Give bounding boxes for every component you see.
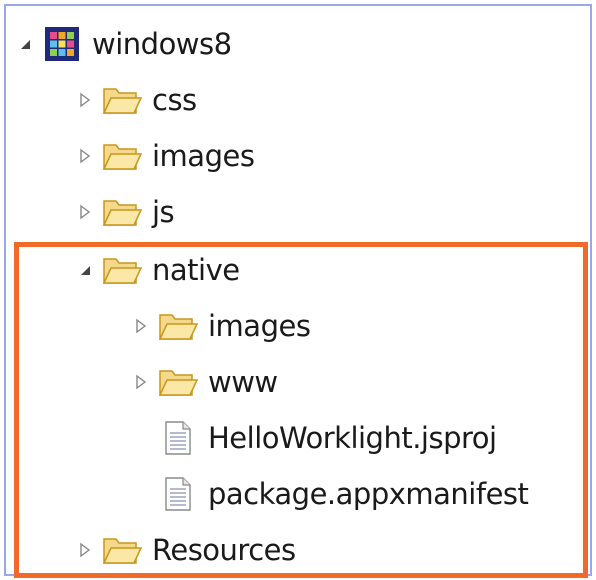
tree-node-windows8[interactable]: windows8 [14, 20, 232, 68]
tree-node-label: HelloWorklight.jsproj [208, 421, 497, 455]
tree-node-native-images[interactable]: images [130, 302, 311, 350]
folder-icon [156, 306, 200, 346]
expand-triangle-icon[interactable] [74, 132, 96, 180]
folder-icon [100, 250, 144, 290]
folder-icon [100, 192, 144, 232]
file-icon [156, 474, 200, 514]
expand-triangle-icon[interactable] [74, 188, 96, 236]
tree-node-www[interactable]: www [130, 358, 278, 406]
tree-node-js[interactable]: js [74, 188, 175, 236]
folder-icon [100, 80, 144, 120]
tree-node-label: js [152, 195, 175, 229]
tree-node-package-appxmanifest[interactable]: package.appxmanifest [130, 470, 529, 518]
tree-node-label: images [208, 309, 311, 343]
expand-triangle-icon[interactable] [74, 526, 96, 574]
tree-node-label: package.appxmanifest [208, 477, 529, 511]
tree-node-css[interactable]: css [74, 76, 197, 124]
tree-node-resources[interactable]: Resources [74, 526, 296, 574]
tree-node-label: native [152, 253, 240, 287]
expand-triangle-icon[interactable] [130, 302, 152, 350]
folder-icon [156, 362, 200, 402]
file-icon [156, 418, 200, 458]
tree-node-label: Resources [152, 533, 296, 567]
collapse-triangle-icon[interactable] [74, 246, 96, 294]
tree-node-label: windows8 [92, 27, 232, 61]
folder-icon [100, 136, 144, 176]
tree-node-label: images [152, 139, 255, 173]
project-grid-icon [40, 24, 84, 64]
tree-node-hello-worklight-jsproj[interactable]: HelloWorklight.jsproj [130, 414, 497, 462]
tree-node-label: www [208, 365, 278, 399]
tree-node-native[interactable]: native [74, 246, 240, 294]
expand-triangle-icon[interactable] [74, 76, 96, 124]
collapse-triangle-icon[interactable] [14, 20, 36, 68]
expand-triangle-icon[interactable] [130, 358, 152, 406]
tree-node-label: css [152, 83, 197, 117]
folder-icon [100, 530, 144, 570]
tree-node-images[interactable]: images [74, 132, 255, 180]
